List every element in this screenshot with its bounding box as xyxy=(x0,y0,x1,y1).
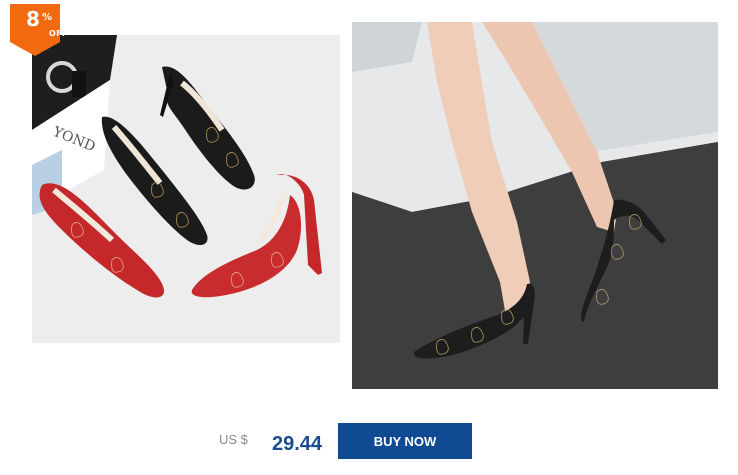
discount-badge: 8 % OFF xyxy=(10,4,67,56)
discount-off-label: OFF xyxy=(49,29,68,38)
price-value: 29.44 xyxy=(272,433,323,455)
buy-now-button[interactable]: BUY NOW xyxy=(338,423,472,459)
discount-value: 8 xyxy=(26,7,40,31)
discount-percent-sign: % xyxy=(42,12,53,23)
product-photo-worn[interactable] xyxy=(352,22,718,389)
product-photo-flatlay[interactable]: YOND xyxy=(32,35,340,343)
shoes-worn-image xyxy=(352,22,718,389)
shoes-flatlay-image: YOND xyxy=(32,35,340,343)
currency-label: US $ xyxy=(219,432,248,447)
